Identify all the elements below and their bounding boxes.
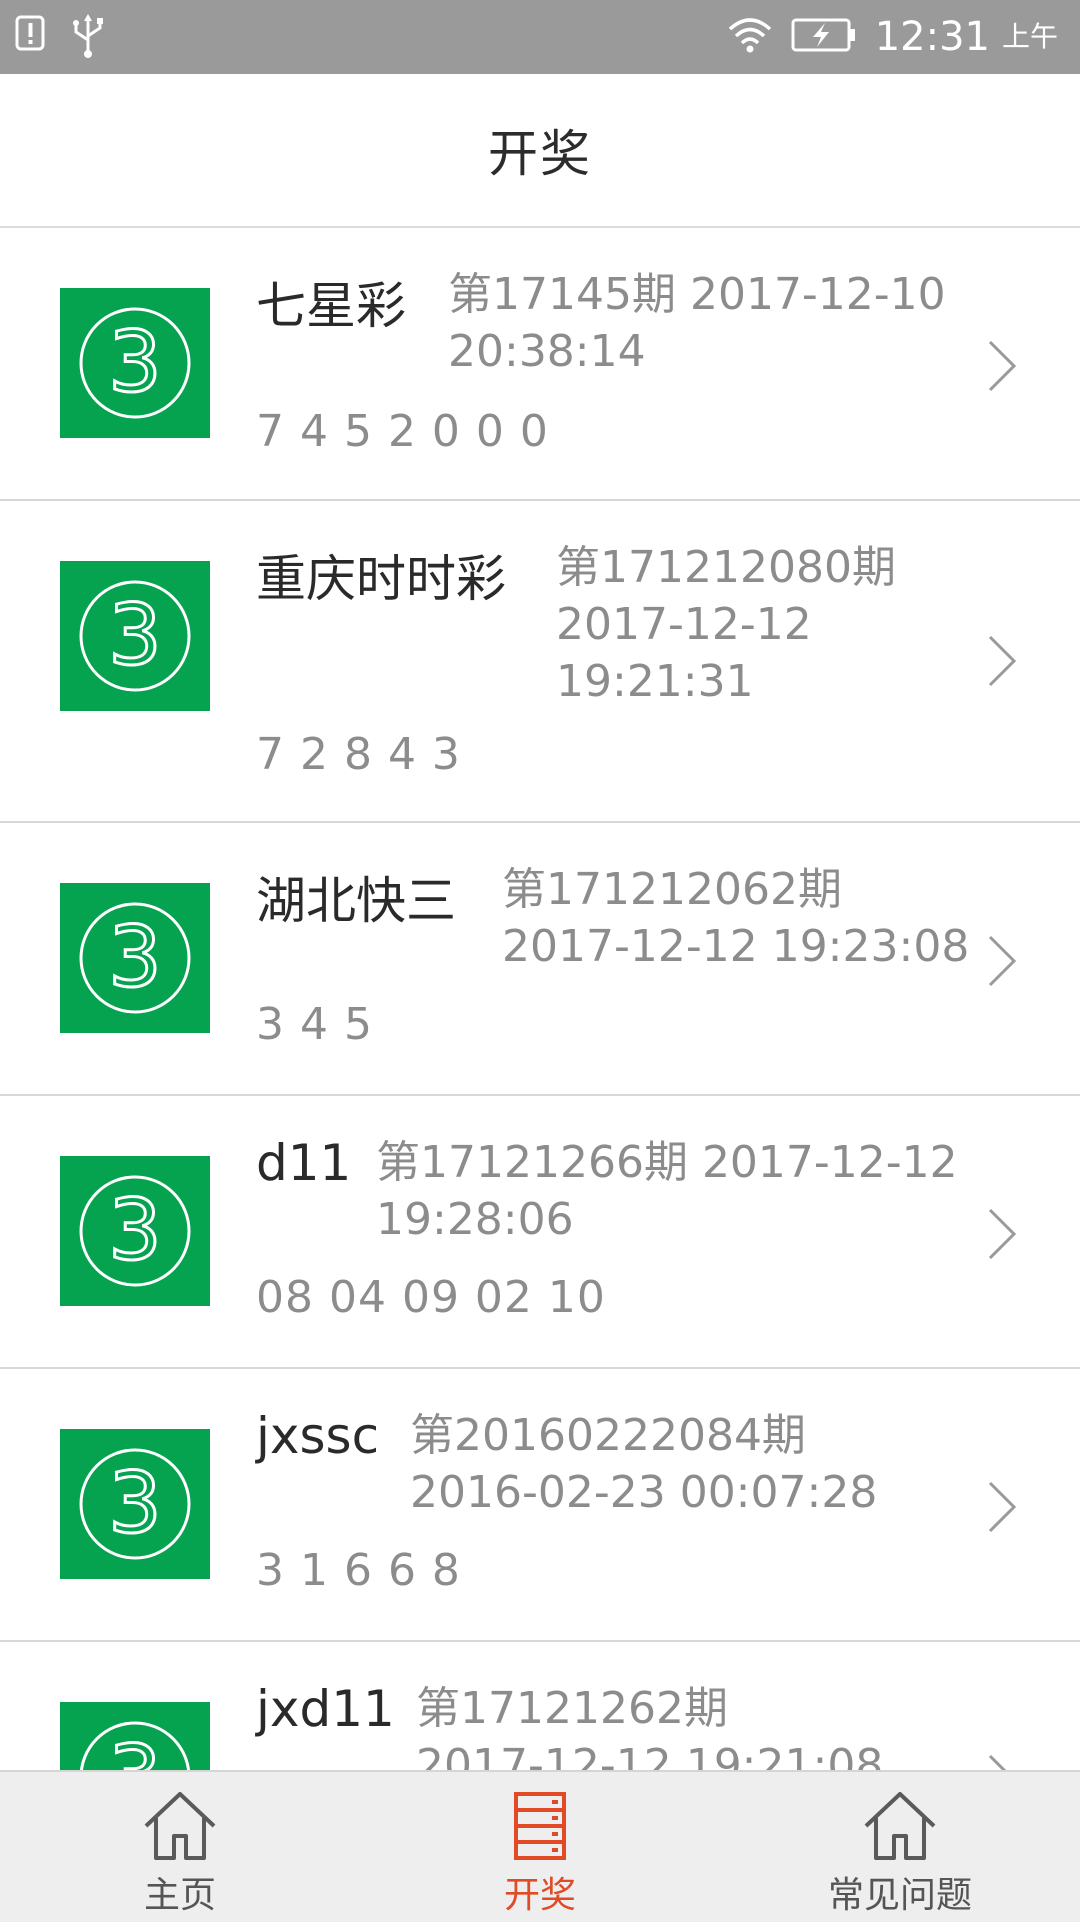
lottery-logo-icon: 3 [60, 1429, 210, 1579]
chevron-right-icon [986, 1477, 1018, 1537]
lottery-name: 湖北快三 [256, 872, 456, 930]
list-item[interactable]: 3 重庆时时彩 第171212080期 2017-12-12 19:21:31 … [0, 501, 1080, 823]
status-bar: 12:31 上午 [0, 0, 1080, 74]
winning-numbers: 08 04 09 02 10 [256, 1272, 606, 1323]
winning-numbers: 3 1 6 6 8 [256, 1545, 461, 1596]
list-item[interactable]: 3 jxssc 第20160222084期 2016-02-23 00:07:2… [0, 1369, 1080, 1642]
svg-text:3: 3 [108, 586, 161, 684]
chevron-right-icon [986, 336, 1018, 396]
list-item[interactable]: 3 d11 第17121266期 2017-12-12 19:28:06 08 … [0, 1096, 1080, 1369]
lottery-name: jxssc [256, 1407, 380, 1465]
chevron-right-icon [986, 931, 1018, 991]
nav-faq[interactable]: 常见问题 [800, 1772, 1000, 1922]
lottery-logo-icon: 3 [60, 561, 210, 711]
nav-lottery-label: 开奖 [503, 1875, 576, 1916]
chevron-right-icon [986, 631, 1018, 691]
battery-charging-icon [791, 17, 857, 57]
clock-ampm: 上午 [1001, 20, 1058, 53]
svg-text:3: 3 [108, 1454, 161, 1552]
nav-home-label: 主页 [143, 1875, 216, 1916]
nav-lottery[interactable]: 开奖 [440, 1772, 640, 1922]
wifi-icon [727, 15, 773, 59]
clock-time: 12:31 [874, 14, 990, 60]
issue-info: 第17121266期 2017-12-12 19:28:06 [376, 1137, 958, 1245]
lottery-logo-icon: 3 [60, 288, 210, 438]
issue-info: 第20160222084期 2016-02-23 00:07:28 [410, 1410, 878, 1518]
lottery-name: d11 [256, 1134, 352, 1192]
winning-numbers: 7 4 5 2 0 0 0 [256, 406, 549, 457]
winning-numbers: 7 2 8 4 3 [256, 729, 461, 780]
lottery-name: 七星彩 [256, 277, 406, 335]
list-item[interactable]: 3 湖北快三 第171212062期 2017-12-12 19:23:08 3… [0, 823, 1080, 1096]
svg-text:3: 3 [108, 313, 161, 411]
home-icon [140, 1786, 220, 1866]
nav-faq-label: 常见问题 [827, 1875, 972, 1916]
list-item[interactable]: 3 七星彩 第17145期 2017-12-10 20:38:14 7 4 5 … [0, 228, 1080, 501]
nav-home[interactable]: 主页 [80, 1772, 280, 1922]
issue-info: 第171212080期 2017-12-12 19:21:31 [556, 542, 896, 707]
lottery-logo-icon: 3 [60, 1702, 210, 1770]
issue-info: 第171212062期 2017-12-12 19:23:08 [502, 864, 970, 972]
lottery-logo-icon: 3 [60, 883, 210, 1033]
lottery-logo-icon: 3 [60, 1156, 210, 1306]
winning-numbers: 3 4 5 [256, 999, 373, 1050]
lottery-name: jxd11 [256, 1680, 395, 1738]
issue-info: 第17145期 2017-12-10 20:38:14 [448, 269, 946, 377]
issue-info: 第17121262期 2017-12-12 19:21:08 [416, 1683, 884, 1770]
svg-text:3: 3 [108, 1181, 161, 1279]
usb-icon [70, 14, 106, 64]
alert-icon [14, 14, 48, 64]
svg-text:3: 3 [108, 908, 161, 1006]
bottom-navigation: 主页 开奖 常见问题 [0, 1770, 1080, 1922]
lottery-list[interactable]: 3 七星彩 第17145期 2017-12-10 20:38:14 7 4 5 … [0, 228, 1080, 1770]
home-icon [860, 1786, 940, 1866]
chevron-right-icon [986, 1204, 1018, 1264]
chevron-right-icon [986, 1750, 1018, 1770]
list-item[interactable]: 3 jxd11 第17121262期 2017-12-12 19:21:08 [0, 1642, 1080, 1770]
lottery-name: 重庆时时彩 [256, 550, 506, 608]
list-icon [500, 1786, 580, 1866]
title-bar: 开奖 [0, 74, 1080, 228]
page-title: 开奖 [488, 125, 592, 183]
svg-text:3: 3 [108, 1727, 161, 1770]
